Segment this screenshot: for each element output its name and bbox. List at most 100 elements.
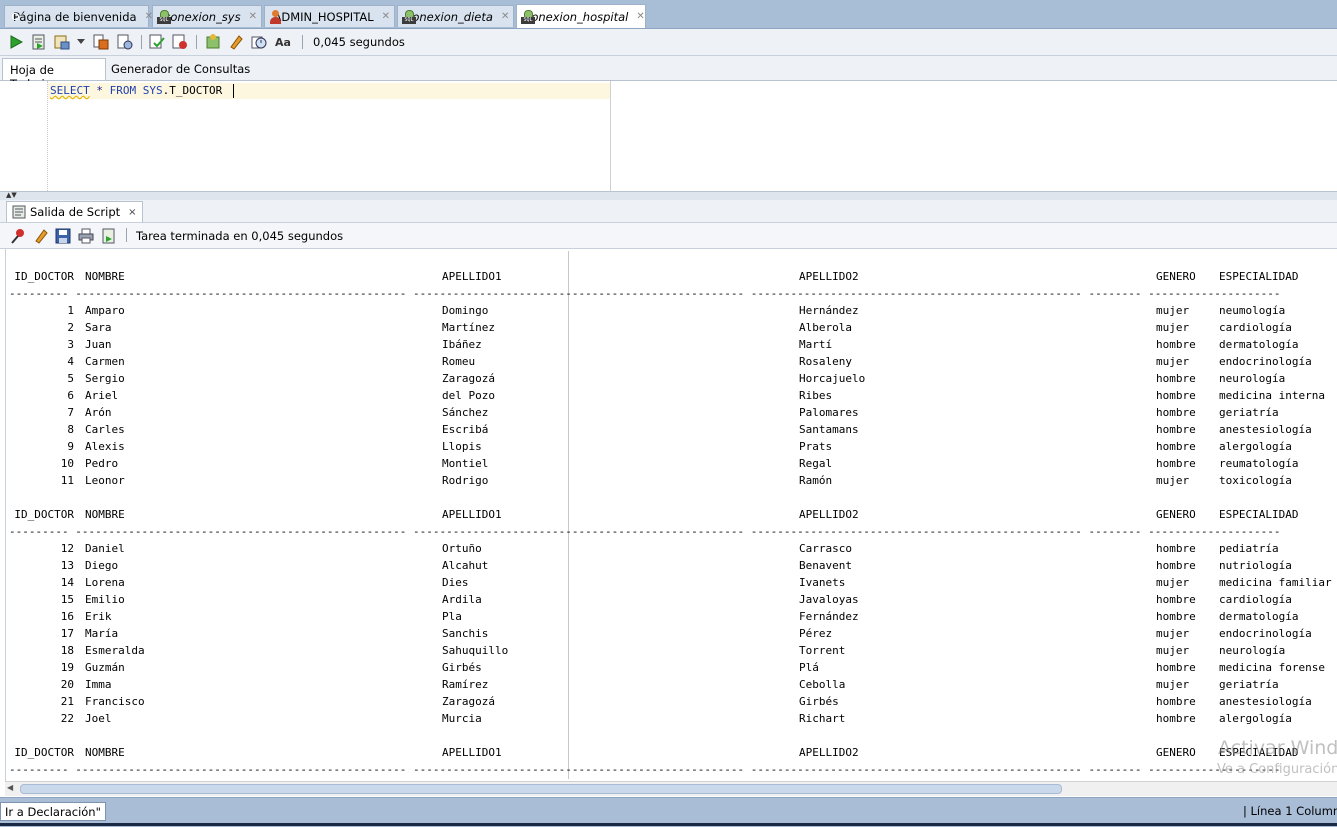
autotrace-icon[interactable] (53, 33, 71, 51)
table-cell: Palomares (799, 404, 859, 421)
column-header: ID_DOCTOR (9, 506, 74, 523)
tab-label: conexion_dieta (406, 10, 493, 24)
dash-separator: --------- ------------------------------… (9, 761, 1281, 778)
tab-label: Página de bienvenida (13, 10, 137, 24)
table-cell: Torrent (799, 642, 845, 659)
unshared-sql-icon[interactable] (204, 33, 222, 51)
table-cell: cardiología (1219, 591, 1292, 608)
table-cell: Guzmán (85, 659, 125, 676)
table-cell: endocrinología (1219, 353, 1312, 370)
table-cell: Cebolla (799, 676, 845, 693)
table-cell: Montiel (442, 455, 488, 472)
tab-conexion-hospital[interactable]: SQL conexion_hospital ✕ (516, 4, 646, 28)
close-icon[interactable]: ✕ (636, 11, 644, 22)
tab-salida-de-script[interactable]: Salida de Script × (6, 201, 143, 222)
goto-declaration-status[interactable]: Ir a Declaración" (0, 802, 106, 821)
table-cell: 6 (9, 387, 74, 404)
collapse-arrows-icon[interactable]: ▲▼ (6, 192, 17, 199)
table-cell: hombre (1156, 387, 1196, 404)
table-cell: dermatología (1219, 608, 1298, 625)
history-icon[interactable] (250, 33, 268, 51)
sql-table: .T_DOCTOR (163, 84, 223, 97)
toolbar-separator (141, 35, 142, 49)
table-cell: 11 (9, 472, 74, 489)
table-cell: Juan (85, 336, 112, 353)
sql-statement[interactable]: SELECT * FROM SYS.T_DOCTOR (50, 84, 222, 97)
table-cell: del Pozo (442, 387, 495, 404)
sql-tuning-icon[interactable] (116, 33, 134, 51)
table-cell: pediatría (1219, 540, 1279, 557)
result-separator-row: --------- ------------------------------… (9, 761, 1337, 778)
scrollbar-thumb[interactable] (20, 784, 1062, 794)
table-cell: Girbés (799, 693, 839, 710)
table-cell: Richart (799, 710, 845, 727)
column-header: NOMBRE (85, 744, 125, 761)
tab-generador-de-consultas[interactable]: Generador de Consultas (104, 58, 257, 80)
right-margin-line (610, 81, 611, 191)
table-cell: Fernández (799, 608, 859, 625)
run-script-icon[interactable] (30, 33, 48, 51)
explain-plan-icon[interactable] (92, 33, 110, 51)
table-cell: Sahuquillo (442, 642, 508, 659)
rollback-icon[interactable] (171, 33, 189, 51)
run-statement-icon[interactable] (7, 33, 25, 51)
table-cell: Ortuño (442, 540, 482, 557)
table-cell: Plá (799, 659, 819, 676)
pin-icon[interactable] (9, 227, 27, 245)
close-icon[interactable]: ✕ (382, 11, 390, 22)
close-icon[interactable]: ✕ (249, 11, 257, 22)
tab-label: conexion_sys (164, 10, 241, 24)
table-cell: 20 (9, 676, 74, 693)
table-cell: hombre (1156, 540, 1196, 557)
table-row: 17MaríaSanchisPérezmujerendocrinología (9, 625, 1337, 642)
table-row: 13DiegoAlcahutBenaventhombrenutriología (9, 557, 1337, 574)
column-header: ID_DOCTOR (9, 744, 74, 761)
activation-watermark: Activar Windo (1218, 737, 1337, 759)
toolbar-separator (302, 35, 303, 49)
close-icon[interactable]: × (128, 207, 136, 218)
table-cell: anestesiología (1219, 421, 1312, 438)
table-cell: Regal (799, 455, 832, 472)
tab-hoja-de-trabajo[interactable]: Hoja de Trabajo (2, 58, 106, 80)
table-cell: 8 (9, 421, 74, 438)
table-cell: Ribes (799, 387, 832, 404)
column-header: APELLIDO2 (799, 268, 859, 285)
table-cell: endocrinología (1219, 625, 1312, 642)
chevron-down-icon[interactable] (74, 33, 88, 51)
clear-output-icon[interactable] (32, 227, 50, 245)
format-icon[interactable]: Aa (274, 33, 292, 51)
table-cell: mujer (1156, 625, 1189, 642)
clear-icon[interactable] (227, 33, 245, 51)
open-output-icon[interactable] (100, 227, 118, 245)
scroll-left-icon[interactable]: ◀ (7, 783, 13, 792)
table-cell: mujer (1156, 319, 1189, 336)
save-icon[interactable] (54, 227, 72, 245)
table-cell: 7 (9, 404, 74, 421)
commit-icon[interactable] (148, 33, 166, 51)
table-cell: Alberola (799, 319, 852, 336)
column-header: GENERO (1156, 506, 1196, 523)
tab-conexion-sys[interactable]: SQL conexion_sys ✕ (152, 5, 262, 27)
column-header: NOMBRE (85, 506, 125, 523)
result-separator-row: --------- ------------------------------… (9, 285, 1337, 302)
table-cell: Sánchez (442, 404, 488, 421)
task-status-message: Tarea terminada en 0,045 segundos (136, 229, 343, 243)
table-cell: 18 (9, 642, 74, 659)
tab-welcome-page[interactable]: Página de bienvenida ✕ (4, 5, 149, 27)
table-row: 1AmparoDomingoHernándezmujerneumología (9, 302, 1337, 319)
tab-admin-hospital[interactable]: ADMIN_HOSPITAL ✕ (264, 5, 395, 27)
table-cell: hombre (1156, 370, 1196, 387)
output-tab-bar (0, 200, 1337, 223)
table-row: 21FranciscoZaragozáGirbéshombreanestesio… (9, 693, 1337, 710)
tab-conexion-dieta[interactable]: SQL conexion_dieta ✕ (397, 5, 514, 27)
table-cell: toxicología (1219, 472, 1292, 489)
close-icon[interactable]: ✕ (501, 11, 509, 22)
table-cell: Horcajuelo (799, 370, 865, 387)
print-icon[interactable] (77, 227, 95, 245)
table-cell: Esmeralda (85, 642, 145, 659)
table-cell: cardiología (1219, 319, 1292, 336)
table-cell: 12 (9, 540, 74, 557)
table-cell: hombre (1156, 438, 1196, 455)
table-row: 10PedroMontielRegalhombrereumatología (9, 455, 1337, 472)
table-cell: Carrasco (799, 540, 852, 557)
